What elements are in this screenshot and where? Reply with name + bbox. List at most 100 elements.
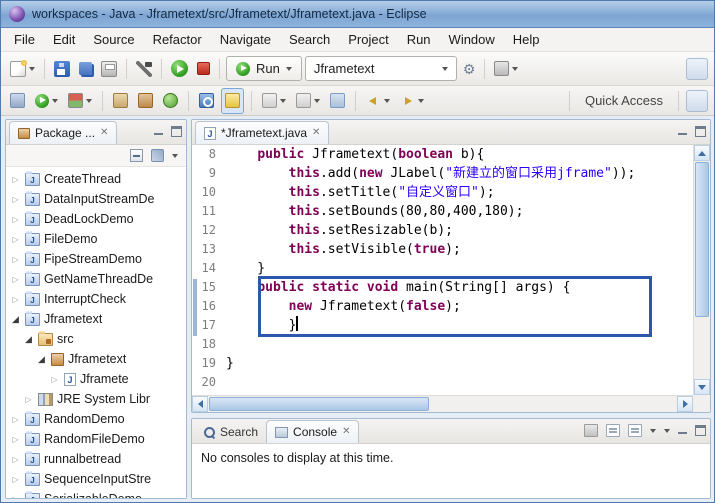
code-line-11[interactable]: 11 this.setBounds(80,80,400,180); xyxy=(192,202,693,221)
menu-item-run[interactable]: Run xyxy=(398,28,440,51)
expand-arrow-icon[interactable]: ▷ xyxy=(10,455,21,464)
code-editor[interactable]: 8 public Jframetext(boolean b){9 this.ad… xyxy=(192,145,710,412)
run-config-gear-button[interactable]: ⚙ xyxy=(460,56,479,82)
vertical-scrollbar[interactable] xyxy=(693,145,710,395)
collapse-arrow-icon[interactable]: ◢ xyxy=(10,314,21,325)
code-line-12[interactable]: 12 this.setResizable(b); xyxy=(192,221,693,240)
code-line-8[interactable]: 8 public Jframetext(boolean b){ xyxy=(192,145,693,164)
quick-access-button[interactable]: Quick Access xyxy=(577,93,671,108)
line-number[interactable]: 15 xyxy=(200,278,226,297)
code-line-10[interactable]: 10 this.setTitle("自定义窗口"); xyxy=(192,183,693,202)
expand-arrow-icon[interactable]: ▷ xyxy=(10,175,21,184)
code-line-15[interactable]: 15 public static void main(String[] args… xyxy=(192,278,693,297)
tree-item-src[interactable]: ◢src xyxy=(6,329,186,349)
maximize-icon[interactable] xyxy=(695,126,706,137)
tree-item-randomdemo[interactable]: ▷JRandomDemo xyxy=(6,409,186,429)
tree-item-filedemo[interactable]: ▷JFileDemo xyxy=(6,229,186,249)
print-button[interactable] xyxy=(98,56,120,82)
tab-console[interactable]: Console ✕ xyxy=(266,420,359,443)
line-number[interactable]: 13 xyxy=(200,240,226,259)
line-number[interactable]: 18 xyxy=(200,335,226,354)
close-icon[interactable]: ✕ xyxy=(100,128,108,138)
save-all-button[interactable] xyxy=(76,56,95,82)
tree-item-deadlockdemo[interactable]: ▷JDeadLockDemo xyxy=(6,209,186,229)
back-button[interactable] xyxy=(363,88,393,114)
expand-arrow-icon[interactable]: ▷ xyxy=(10,495,21,499)
line-number[interactable]: 16 xyxy=(200,297,226,316)
build-button[interactable] xyxy=(133,56,155,82)
horizontal-scrollbar[interactable] xyxy=(192,395,693,412)
scroll-up-button[interactable] xyxy=(694,145,710,161)
tab-package-explorer[interactable]: Package ... ✕ xyxy=(9,121,117,144)
maximize-icon[interactable] xyxy=(695,425,706,436)
code-line-17[interactable]: 17 } xyxy=(192,316,693,335)
tree-item-createthread[interactable]: ▷JCreateThread xyxy=(6,169,186,189)
code-line-13[interactable]: 13 this.setVisible(true); xyxy=(192,240,693,259)
tree-item-jframete[interactable]: ▷JJframete xyxy=(6,369,186,389)
launch-config-combo[interactable]: Jframetext xyxy=(305,56,457,81)
tree-item-interruptcheck[interactable]: ▷JInterruptCheck xyxy=(6,289,186,309)
scroll-down-button[interactable] xyxy=(694,379,710,395)
next-annotation-button[interactable] xyxy=(259,88,289,114)
pin-console-icon[interactable] xyxy=(584,424,598,437)
link-with-editor-icon[interactable] xyxy=(151,149,164,162)
tree-item-getnamethreadde[interactable]: ▷JGetNameThreadDe xyxy=(6,269,186,289)
last-edit-location-button[interactable] xyxy=(327,88,348,114)
run-small-button[interactable] xyxy=(32,88,61,114)
collapse-arrow-icon[interactable]: ◢ xyxy=(36,354,47,365)
vertical-scrollbar-thumb[interactable] xyxy=(695,162,709,317)
code-line-20[interactable]: 20 xyxy=(192,373,693,392)
line-number[interactable]: 11 xyxy=(200,202,226,221)
new-java-project-button[interactable] xyxy=(110,88,131,114)
save-button[interactable] xyxy=(51,56,73,82)
tab-jframetext-java[interactable]: J *Jframetext.java ✕ xyxy=(195,121,329,144)
expand-arrow-icon[interactable]: ▷ xyxy=(10,275,21,284)
expand-arrow-icon[interactable]: ▷ xyxy=(10,475,21,484)
tree-item-sequenceinputstre[interactable]: ▷JSequenceInputStre xyxy=(6,469,186,489)
expand-arrow-icon[interactable]: ▷ xyxy=(10,195,21,204)
menu-item-refactor[interactable]: Refactor xyxy=(144,28,211,51)
mark-occurrences-button[interactable] xyxy=(221,88,244,114)
code-line-14[interactable]: 14 } xyxy=(192,259,693,278)
menu-item-file[interactable]: File xyxy=(5,28,44,51)
code-line-19[interactable]: 19} xyxy=(192,354,693,373)
expand-arrow-icon[interactable]: ▷ xyxy=(10,235,21,244)
expand-arrow-icon[interactable]: ▷ xyxy=(10,255,21,264)
new-class-button[interactable] xyxy=(160,88,181,114)
open-console-icon[interactable] xyxy=(628,424,642,437)
new-package-button[interactable] xyxy=(135,88,156,114)
line-number[interactable]: 17 xyxy=(200,316,226,335)
menu-item-window[interactable]: Window xyxy=(440,28,504,51)
menu-item-project[interactable]: Project xyxy=(339,28,397,51)
collapse-all-icon[interactable] xyxy=(130,149,143,162)
scroll-left-button[interactable] xyxy=(192,396,208,412)
code-line-9[interactable]: 9 this.add(new JLabel("新建立的窗口采用jframe"))… xyxy=(192,164,693,183)
line-number[interactable]: 19 xyxy=(200,354,226,373)
tree-item-jframetext[interactable]: ◢JJframetext xyxy=(6,309,186,329)
expand-arrow-icon[interactable]: ▷ xyxy=(10,215,21,224)
tree-item-serializabledemo[interactable]: ▷JSerializableDemo xyxy=(6,489,186,498)
dropdown-arrow-icon[interactable] xyxy=(650,429,656,433)
expand-arrow-icon[interactable]: ▷ xyxy=(49,375,60,384)
tree-item-jre-system-libr[interactable]: ▷JRE System Libr xyxy=(6,389,186,409)
stop-button[interactable] xyxy=(194,56,213,82)
menu-item-source[interactable]: Source xyxy=(84,28,143,51)
menu-item-edit[interactable]: Edit xyxy=(44,28,84,51)
expand-arrow-icon[interactable]: ▷ xyxy=(10,435,21,444)
minimize-icon[interactable] xyxy=(153,126,164,137)
display-selected-console-icon[interactable] xyxy=(606,424,620,437)
line-number[interactable]: 12 xyxy=(200,221,226,240)
tab-search[interactable]: Search xyxy=(195,420,266,443)
new-button[interactable] xyxy=(7,56,38,82)
tree-item-randomfiledemo[interactable]: ▷JRandomFileDemo xyxy=(6,429,186,449)
code-line-16[interactable]: 16 new Jframetext(false); xyxy=(192,297,693,316)
close-icon[interactable]: ✕ xyxy=(342,427,350,437)
coverage-button[interactable] xyxy=(65,88,95,114)
close-icon[interactable]: ✕ xyxy=(312,128,320,138)
title-bar[interactable]: workspaces - Java - Jframetext/src/Jfram… xyxy=(1,1,714,28)
tree-item-fipestreamdemo[interactable]: ▷JFipeStreamDemo xyxy=(6,249,186,269)
tree-item-jframetext[interactable]: ◢Jframetext xyxy=(6,349,186,369)
launch-toolbar-button[interactable] xyxy=(7,88,28,114)
external-tools-button[interactable] xyxy=(491,56,521,82)
run-last-button[interactable] xyxy=(168,56,191,82)
